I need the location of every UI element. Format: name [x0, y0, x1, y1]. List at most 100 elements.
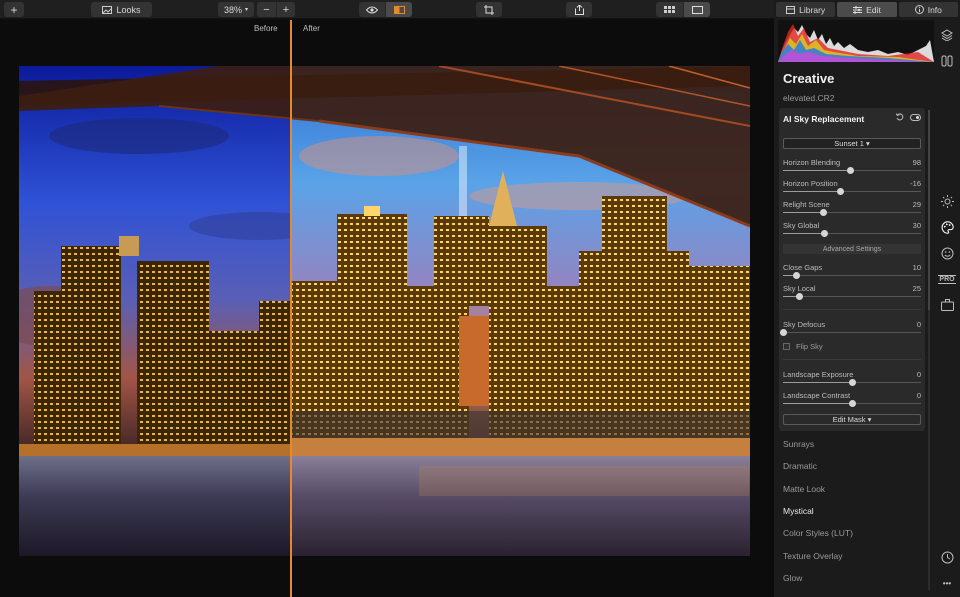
slider-value: 25	[912, 284, 921, 293]
filter-glow[interactable]: Glow	[783, 573, 802, 583]
filter-dramatic[interactable]: Dramatic	[783, 461, 817, 471]
pro-label: PRO	[938, 274, 956, 284]
edit-mask-button[interactable]: Edit Mask ▾	[783, 414, 921, 425]
tab-library-label: Library	[799, 4, 826, 15]
layout-toggle	[656, 2, 710, 17]
looks-icon	[102, 5, 113, 14]
tool-enable-toggle[interactable]	[910, 113, 921, 121]
filter-texture-overlay[interactable]: Texture Overlay	[783, 551, 843, 561]
reset-icon[interactable]	[896, 113, 904, 121]
slider-fill	[783, 403, 852, 404]
slider-track[interactable]	[783, 275, 921, 276]
landscape-contrast-slider[interactable]: Landscape Contrast 0	[783, 391, 921, 409]
view-mode-toggle	[359, 2, 412, 17]
before-label: Before	[254, 24, 278, 33]
minus-icon: −	[263, 3, 270, 16]
pro-icon[interactable]: PRO	[938, 271, 956, 287]
library-icon	[786, 5, 796, 14]
sliders-icon	[853, 5, 863, 14]
slider-track[interactable]	[783, 296, 921, 297]
slider-value: 0	[916, 370, 921, 379]
compare-icon[interactable]	[939, 53, 955, 69]
add-image-button[interactable]: +	[4, 2, 24, 17]
slider-fill	[783, 191, 841, 192]
zoom-in-button[interactable]: +	[276, 2, 295, 17]
ai-sky-replacement-card: AI Sky Replacement Sunset 1 ▾ Horizon Bl…	[779, 108, 925, 431]
slider-label: Horizon Position	[783, 179, 838, 188]
horizon-position-slider[interactable]: Horizon Position -16	[783, 179, 921, 197]
zoom-value: 38%	[223, 4, 242, 15]
more-label: •••	[942, 578, 952, 588]
share-button[interactable]	[566, 2, 592, 17]
history-icon[interactable]	[939, 549, 955, 565]
flip-sky-checkbox-row[interactable]: Flip Sky	[783, 342, 823, 351]
slider-fill	[783, 233, 825, 234]
single-view-button[interactable]	[683, 2, 710, 17]
slider-value: -16	[910, 179, 921, 188]
slider-knob[interactable]	[848, 379, 856, 386]
filter-color-styles-lut[interactable]: Color Styles (LUT)	[783, 528, 853, 538]
grid-icon	[664, 6, 675, 13]
slider-label: Close Gaps	[783, 263, 823, 272]
landscape-exposure-slider[interactable]: Landscape Exposure 0	[783, 370, 921, 388]
relight-scene-slider[interactable]: Relight Scene 29	[783, 200, 921, 218]
file-name: elevated.CR2	[783, 93, 835, 103]
slider-knob[interactable]	[779, 329, 787, 336]
slider-label: Sky Global	[783, 221, 820, 230]
sky-global-slider[interactable]: Sky Global 30	[783, 221, 921, 239]
scrollbar-thumb[interactable]	[928, 110, 930, 310]
before-after-divider-handle[interactable]	[290, 20, 292, 597]
more-icon[interactable]: •••	[939, 575, 955, 591]
flip-sky-checkbox[interactable]	[783, 343, 790, 350]
slider-knob[interactable]	[820, 230, 828, 237]
chevron-down-icon: ▾	[245, 7, 249, 13]
horizon-blending-slider[interactable]: Horizon Blending 98	[783, 158, 921, 176]
tab-info[interactable]: Info	[898, 2, 958, 17]
slider-fill	[783, 212, 824, 213]
sky-defocus-slider[interactable]: Sky Defocus 0	[779, 320, 921, 338]
crop-button[interactable]	[476, 2, 502, 17]
tool-title: AI Sky Replacement	[783, 114, 865, 124]
histogram	[778, 20, 934, 62]
slider-knob[interactable]	[847, 167, 855, 174]
preview-eye-button[interactable]	[359, 2, 385, 17]
filter-matte-look[interactable]: Matte Look	[783, 484, 825, 494]
close-gaps-slider[interactable]: Close Gaps 10	[783, 263, 921, 281]
slider-fill	[783, 170, 851, 171]
tab-edit[interactable]: Edit	[837, 2, 897, 17]
slider-value: 0	[916, 391, 921, 400]
slider-knob[interactable]	[848, 400, 856, 407]
tab-library[interactable]: Library	[776, 2, 836, 17]
slider-label: Relight Scene	[783, 200, 830, 209]
slider-label: Landscape Exposure	[783, 370, 854, 379]
panel-scrollbar[interactable]	[928, 110, 930, 590]
slider-knob[interactable]	[793, 272, 801, 279]
filter-mystical[interactable]: Mystical	[783, 506, 814, 516]
plus-icon: +	[10, 2, 18, 17]
grid-view-button[interactable]	[656, 2, 683, 17]
slider-value: 10	[912, 263, 921, 272]
palette-icon[interactable]	[939, 219, 955, 235]
slider-knob[interactable]	[837, 188, 845, 195]
advanced-settings-toggle[interactable]: Advanced Settings	[783, 244, 921, 254]
sky-preset-dropdown[interactable]: Sunset 1 ▾	[783, 138, 921, 149]
slider-track[interactable]	[783, 332, 921, 333]
sun-icon[interactable]	[939, 193, 955, 209]
photo-preview[interactable]	[19, 66, 750, 556]
slider-knob[interactable]	[796, 293, 804, 300]
slider-label: Sky Defocus	[783, 320, 826, 329]
share-icon	[574, 4, 584, 15]
zoom-select[interactable]: 38% ▾	[218, 2, 254, 17]
layers-icon[interactable]	[939, 27, 955, 43]
sky-local-slider[interactable]: Sky Local 25	[783, 284, 921, 302]
before-after-button[interactable]	[385, 2, 412, 17]
tab-info-label: Info	[927, 4, 942, 15]
city-skyline-image	[19, 66, 750, 556]
slider-knob[interactable]	[819, 209, 827, 216]
zoom-out-button[interactable]: −	[257, 2, 276, 17]
slider-fill	[783, 382, 852, 383]
looks-button[interactable]: Looks	[91, 2, 152, 17]
filter-sunrays[interactable]: Sunrays	[783, 439, 814, 449]
face-icon[interactable]	[939, 245, 955, 261]
briefcase-icon[interactable]	[939, 297, 955, 313]
